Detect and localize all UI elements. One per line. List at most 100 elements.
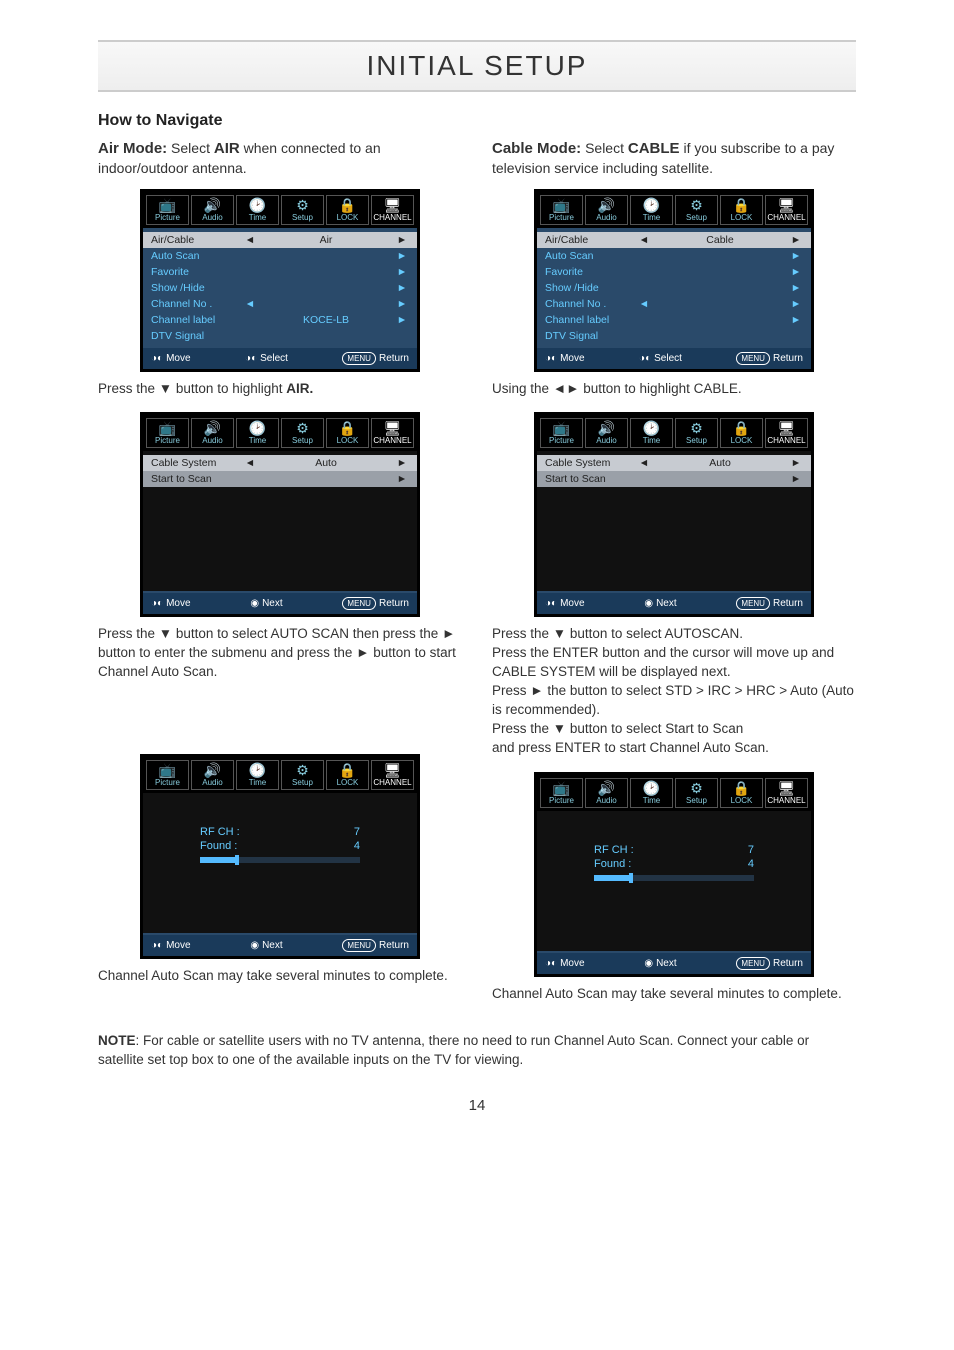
osd-footer: ◑◐ Move ◉ Next MENU Return [143, 591, 417, 614]
page-title-bar: INITIAL SETUP [98, 40, 856, 92]
osd-tab-picture: 📺Picture [146, 418, 189, 448]
osd-tab-channel: 🖥CHANNEL [765, 778, 808, 808]
osd-cable-channel-menu: 📺Picture🔊Audio🕑Time⚙Setup🔒LOCK🖥CHANNEL A… [534, 189, 814, 372]
osd-tab-lock: 🔒LOCK [720, 418, 763, 448]
osd-menu-row: Channel No .◄► [151, 296, 409, 312]
osd-tab-audio: 🔊Audio [191, 760, 234, 790]
osd-menu-row: Start to Scan► [537, 471, 811, 487]
osd-footer: ◑◐ Move ◑◐ Select MENU Return [537, 346, 811, 369]
footer-next: ◉ Next [644, 957, 676, 970]
osd-tab-time: 🕑Time [630, 418, 673, 448]
osd-tab-setup: ⚙Setup [281, 418, 324, 448]
note-label: NOTE [98, 1033, 136, 1048]
osd-tab-lock: 🔒LOCK [326, 195, 369, 225]
osd-tab-lock: 🔒LOCK [326, 760, 369, 790]
osd-tab-bar: 📺Picture🔊Audio🕑Time⚙Setup🔒LOCK🖥CHANNEL [537, 775, 811, 811]
footer-next: ◉ Next [250, 939, 282, 952]
air-column: Air Mode: Select AIR when connected to a… [98, 138, 462, 1018]
cable-intro: Cable Mode: Select CABLE if you subscrib… [492, 138, 856, 179]
osd-tab-audio: 🔊Audio [191, 418, 234, 448]
footer-return: MENU Return [342, 939, 409, 952]
footer-return: MENU Return [736, 597, 803, 610]
osd-tab-channel: 🖥CHANNEL [371, 195, 414, 225]
osd-tab-time: 🕑Time [236, 760, 279, 790]
osd-tab-lock: 🔒LOCK [326, 418, 369, 448]
osd-tab-setup: ⚙Setup [675, 418, 718, 448]
scan-info: RF CH :7 Found :4 [200, 825, 360, 863]
cable-caption-1: Using the ◄► button to highlight CABLE. [492, 380, 856, 399]
osd-tab-lock: 🔒LOCK [720, 778, 763, 808]
osd-menu-row: Cable System◄Auto► [143, 455, 417, 471]
osd-air-channel-menu: 📺Picture🔊Audio🕑Time⚙Setup🔒LOCK🖥CHANNEL A… [140, 189, 420, 372]
osd-menu-row: DTV Signal [545, 328, 803, 344]
air-caption-2: Press the ▼ button to select AUTO SCAN t… [98, 625, 462, 682]
osd-menu-row: Air/Cable◄Air► [143, 232, 417, 248]
osd-air-autoscan-menu: 📺Picture🔊Audio🕑Time⚙Setup🔒LOCK🖥CHANNEL C… [140, 412, 420, 617]
osd-tab-bar: 📺Picture🔊Audio🕑Time⚙Setup🔒LOCK🖥CHANNEL [143, 757, 417, 793]
cable-mode-label: Cable Mode: [492, 140, 581, 157]
osd-menu-row: Channel label► [545, 312, 803, 328]
osd-tab-picture: 📺Picture [146, 195, 189, 225]
footer-select: ◑◐ Select [639, 352, 682, 365]
osd-tab-audio: 🔊Audio [585, 195, 628, 225]
osd-tab-setup: ⚙Setup [281, 760, 324, 790]
osd-footer: ◑◐ Move ◉ Next MENU Return [537, 591, 811, 614]
osd-body: Air/Cable◄Air►Auto Scan►Favorite►Show /H… [143, 228, 417, 346]
osd-menu-row: Start to Scan► [143, 471, 417, 487]
osd-tab-channel: 🖥CHANNEL [371, 418, 414, 448]
scan-info: RF CH :7 Found :4 [594, 843, 754, 881]
osd-menu-row: DTV Signal [151, 328, 409, 344]
footer-next: ◉ Next [250, 597, 282, 610]
osd-menu-row: Show /Hide► [545, 280, 803, 296]
osd-tab-setup: ⚙Setup [675, 778, 718, 808]
osd-tab-bar: 📺Picture🔊Audio🕑Time⚙Setup🔒LOCK🖥CHANNEL [143, 415, 417, 451]
osd-menu-row: Air/Cable◄Cable► [537, 232, 811, 248]
osd-tab-bar: 📺Picture🔊Audio🕑Time⚙Setup🔒LOCK🖥CHANNEL [537, 415, 811, 451]
osd-tab-picture: 📺Picture [146, 760, 189, 790]
footer-return: MENU Return [736, 957, 803, 970]
note-paragraph: NOTE: For cable or satellite users with … [98, 1032, 856, 1070]
footer-return: MENU Return [736, 352, 803, 365]
osd-menu-row: Auto Scan► [151, 248, 409, 264]
osd-footer: ◑◐ Move ◉ Next MENU Return [143, 933, 417, 956]
footer-move: ◑◐ Move [151, 939, 191, 952]
osd-footer: ◑◐ Move ◉ Next MENU Return [537, 951, 811, 974]
osd-tab-channel: 🖥CHANNEL [765, 195, 808, 225]
air-caption-1: Press the ▼ button to highlight AIR. [98, 380, 462, 399]
osd-menu-row: Favorite► [151, 264, 409, 280]
osd-cable-scan-progress: 📺Picture🔊Audio🕑Time⚙Setup🔒LOCK🖥CHANNEL R… [534, 772, 814, 977]
osd-tab-setup: ⚙Setup [281, 195, 324, 225]
osd-tab-audio: 🔊Audio [585, 778, 628, 808]
osd-menu-row: Cable System◄Auto► [537, 455, 811, 471]
osd-tab-audio: 🔊Audio [585, 418, 628, 448]
osd-menu-row: Show /Hide► [151, 280, 409, 296]
osd-tab-bar: 📺Picture🔊Audio🕑Time⚙Setup🔒LOCK🖥CHANNEL [143, 192, 417, 228]
osd-menu-row: Channel No .◄► [545, 296, 803, 312]
osd-tab-bar: 📺Picture🔊Audio🕑Time⚙Setup🔒LOCK🖥CHANNEL [537, 192, 811, 228]
footer-next: ◉ Next [644, 597, 676, 610]
footer-move: ◑◐ Move [151, 352, 191, 365]
osd-body: Air/Cable◄Cable►Auto Scan►Favorite►Show … [537, 228, 811, 346]
osd-tab-picture: 📺Picture [540, 418, 583, 448]
footer-return: MENU Return [342, 352, 409, 365]
osd-tab-picture: 📺Picture [540, 195, 583, 225]
footer-return: MENU Return [342, 597, 409, 610]
osd-tab-time: 🕑Time [236, 418, 279, 448]
osd-body: RF CH :7 Found :4 [143, 793, 417, 933]
osd-body: Cable System◄Auto►Start to Scan► [143, 451, 417, 591]
cable-caption-2: Press the ▼ button to select AUTOSCAN. P… [492, 625, 856, 757]
osd-tab-lock: 🔒LOCK [720, 195, 763, 225]
footer-select: ◑◐ Select [245, 352, 288, 365]
osd-tab-setup: ⚙Setup [675, 195, 718, 225]
page-number: 14 [98, 1097, 856, 1114]
footer-move: ◑◐ Move [151, 597, 191, 610]
air-intro: Air Mode: Select AIR when connected to a… [98, 138, 462, 179]
osd-air-scan-progress: 📺Picture🔊Audio🕑Time⚙Setup🔒LOCK🖥CHANNEL R… [140, 754, 420, 959]
cable-caption-3: Channel Auto Scan may take several minut… [492, 985, 856, 1004]
osd-body: Cable System◄Auto►Start to Scan► [537, 451, 811, 591]
osd-menu-row: Auto Scan► [545, 248, 803, 264]
osd-tab-channel: 🖥CHANNEL [371, 760, 414, 790]
osd-tab-audio: 🔊Audio [191, 195, 234, 225]
footer-move: ◑◐ Move [545, 352, 585, 365]
air-caption-3: Channel Auto Scan may take several minut… [98, 967, 462, 986]
